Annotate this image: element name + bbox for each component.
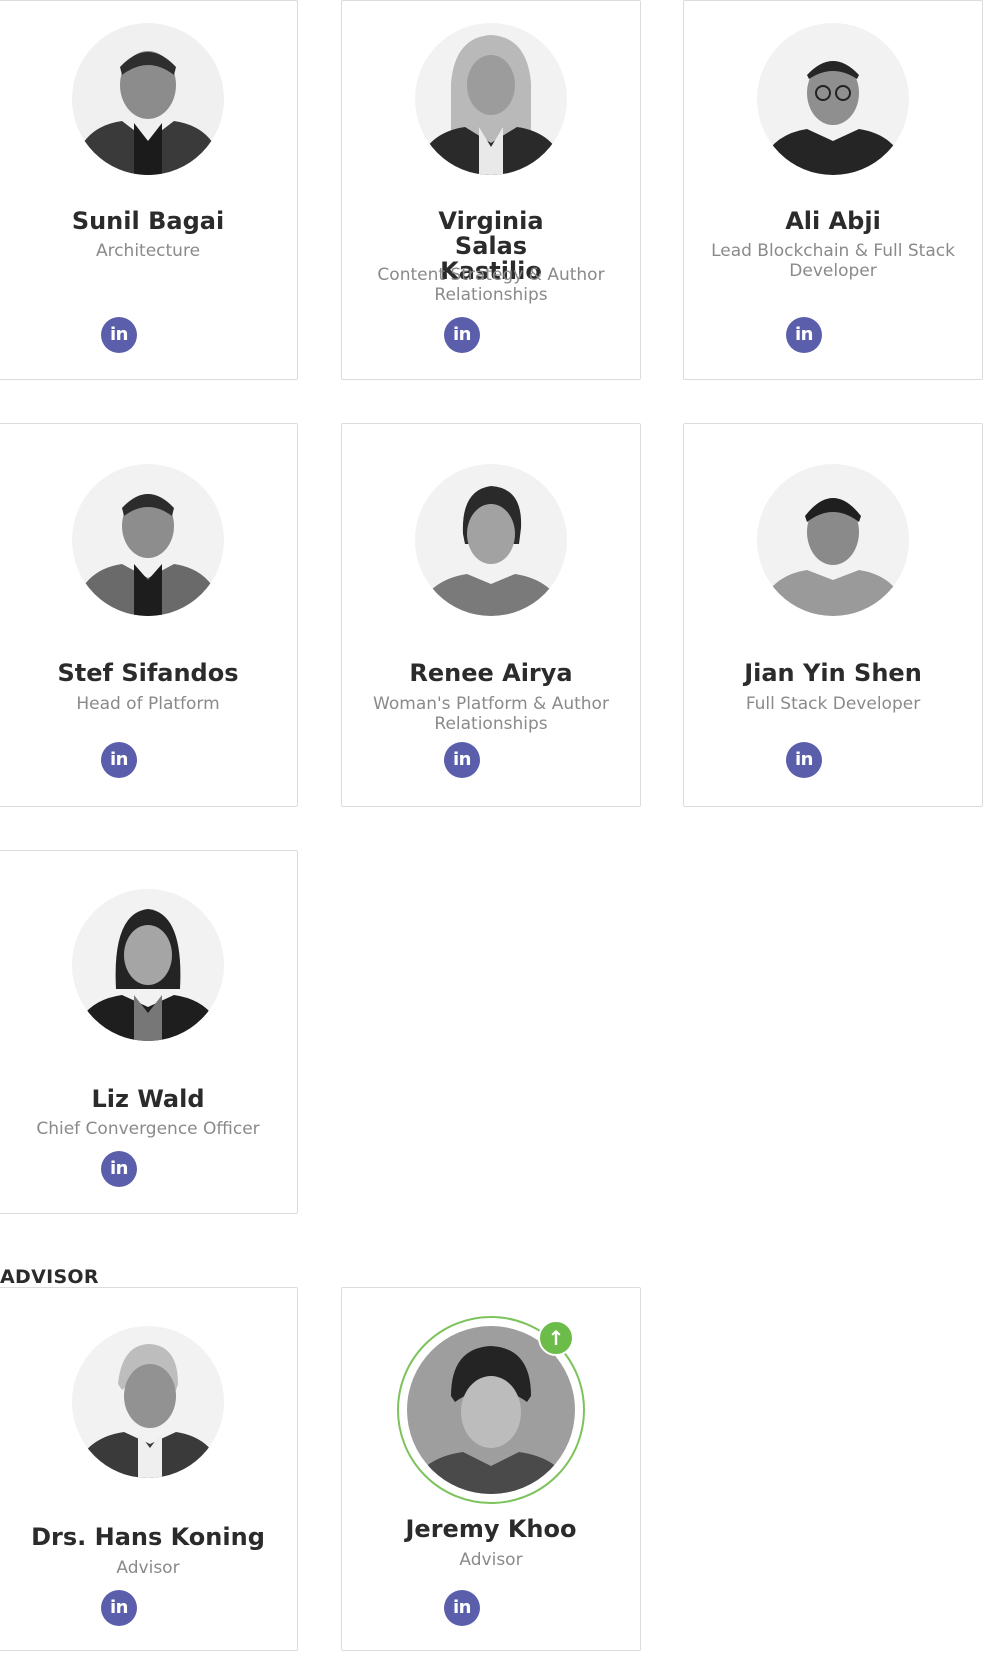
- linkedin-icon[interactable]: in: [786, 317, 822, 353]
- member-name: Ali Abji: [785, 207, 881, 235]
- linkedin-icon[interactable]: in: [444, 317, 480, 353]
- arrow-up-icon[interactable]: ↑: [538, 1320, 574, 1356]
- member-name: Sunil Bagai: [71, 207, 225, 235]
- avatar-photo: [72, 464, 224, 616]
- avatar-photo: [72, 889, 224, 1041]
- avatar-photo: [415, 464, 567, 616]
- member-name: Drs. Hans Koning: [31, 1523, 265, 1551]
- linkedin-icon[interactable]: in: [786, 742, 822, 778]
- member-name: Stef Sifandos: [57, 659, 239, 687]
- member-role: Advisor: [459, 1550, 523, 1570]
- member-role: Head of Platform: [76, 694, 220, 714]
- member-role: Lead Blockchain & Full Stack Developer: [711, 241, 955, 281]
- member-role: Advisor: [116, 1558, 180, 1578]
- member-name: Liz Wald: [91, 1085, 205, 1113]
- avatar-photo: [757, 23, 909, 175]
- team-card-renee-airya: Renee Airya Woman's Platform & Author Re…: [341, 423, 641, 807]
- member-role: Content Strategy & Author Relationships: [377, 265, 605, 305]
- section-title-advisor: ADVISOR: [0, 1266, 99, 1288]
- avatar-photo: [72, 23, 224, 175]
- member-name: Jeremy Khoo: [405, 1515, 577, 1543]
- avatar-photo: [757, 464, 909, 616]
- team-card-sunil-bagai: Sunil Bagai Architecture in: [0, 0, 298, 380]
- linkedin-icon[interactable]: in: [101, 1590, 137, 1626]
- avatar-photo: [415, 23, 567, 175]
- avatar-photo: [72, 1326, 224, 1478]
- linkedin-icon[interactable]: in: [444, 742, 480, 778]
- team-card-jian-yin-shen: Jian Yin Shen Full Stack Developer in: [683, 423, 983, 807]
- linkedin-icon[interactable]: in: [101, 1151, 137, 1187]
- team-card-stef-sifandos: Stef Sifandos Head of Platform in: [0, 423, 298, 807]
- member-name: Jian Yin Shen: [744, 659, 922, 687]
- team-card-liz-wald: Liz Wald Chief Convergence Officer in: [0, 850, 298, 1214]
- member-name: Renee Airya: [409, 659, 573, 687]
- linkedin-icon[interactable]: in: [101, 317, 137, 353]
- linkedin-icon[interactable]: in: [444, 1590, 480, 1626]
- linkedin-icon[interactable]: in: [101, 742, 137, 778]
- advisor-card-jeremy-khoo: ↑ Jeremy Khoo Advisor in: [341, 1287, 641, 1651]
- member-role: Full Stack Developer: [745, 694, 921, 714]
- member-role: Chief Convergence Officer: [36, 1119, 260, 1139]
- team-card-virginia-salas-kastilio: Virginia Salas Kastilio Content Strategy…: [341, 0, 641, 380]
- member-role: Architecture: [95, 241, 201, 261]
- advisor-card-hans-koning: Drs. Hans Koning Advisor in: [0, 1287, 298, 1651]
- member-role: Woman's Platform & Author Relationships: [373, 694, 609, 734]
- team-card-ali-abji: Ali Abji Lead Blockchain & Full Stack De…: [683, 0, 983, 380]
